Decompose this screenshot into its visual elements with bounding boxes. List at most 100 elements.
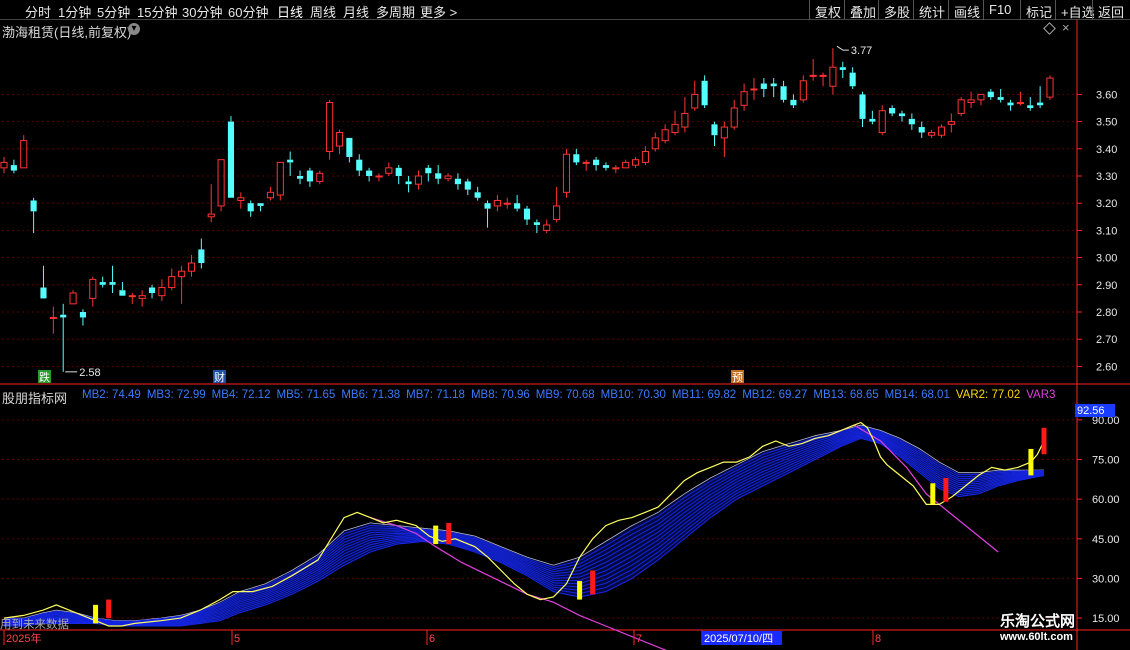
- candle-body-91: [898, 113, 906, 117]
- candle-body-19: [187, 262, 196, 272]
- candle-body-85: [839, 67, 846, 70]
- candle-body-73: [720, 126, 728, 139]
- price-tick-label-9: 3.50: [1096, 117, 1117, 129]
- candle-body-99: [977, 93, 985, 101]
- candle-body-78: [770, 83, 777, 87]
- candle-body-2: [20, 140, 28, 169]
- candle-body-80: [790, 99, 797, 106]
- ind-tick-label-0: 15.00: [1092, 613, 1120, 625]
- event-marker-label-0: 跌: [39, 370, 50, 384]
- candle-body-38: [375, 175, 383, 178]
- price-tick-label-7: 3.30: [1096, 171, 1117, 183]
- x-tick-label-1: 5: [234, 633, 240, 645]
- candle-body-66: [651, 137, 659, 150]
- candle-body-55: [543, 224, 551, 231]
- candle-body-101: [997, 97, 1004, 100]
- candle-body-22: [217, 159, 225, 207]
- candle-body-34: [335, 131, 344, 147]
- candle-body-84: [829, 66, 837, 87]
- candle-body-86: [849, 72, 856, 87]
- mb-line-7: [4, 432, 1045, 625]
- candle-body-39: [385, 167, 393, 174]
- candle-body-103: [1016, 102, 1024, 105]
- candle-body-37: [366, 170, 373, 176]
- candle-body-4: [40, 287, 47, 299]
- x-tick-label-3: 7: [636, 633, 642, 645]
- candle-body-17: [168, 276, 176, 289]
- candle-body-46: [454, 178, 461, 185]
- ind-tick-label-4: 75.00: [1092, 455, 1120, 467]
- signal-bar-2: [433, 525, 439, 545]
- candle-body-70: [691, 93, 699, 109]
- candle-body-81: [799, 80, 807, 101]
- event-marker-label-2: 预: [732, 371, 743, 384]
- candle-body-56: [553, 205, 561, 221]
- candle-body-42: [414, 175, 423, 185]
- candle-body-25: [247, 203, 254, 212]
- candle-body-5: [49, 316, 57, 319]
- candle-body-79: [780, 86, 787, 100]
- mb-line-6: [4, 431, 1045, 624]
- candle-body-16: [158, 287, 166, 297]
- ind-tick-label-3: 60.00: [1092, 494, 1120, 506]
- candle-body-44: [435, 173, 442, 179]
- signal-bar-1: [106, 599, 112, 619]
- candle-body-52: [514, 203, 521, 209]
- candle-body-94: [928, 131, 936, 136]
- candle-body-15: [148, 287, 156, 293]
- price-tick-label-5: 3.10: [1096, 225, 1117, 237]
- candle-body-23: [227, 121, 235, 198]
- candle-body-75: [740, 91, 748, 106]
- candle-body-3: [30, 200, 37, 212]
- candle-body-76: [750, 88, 758, 91]
- candle-body-47: [464, 181, 471, 190]
- mb-line-9: [4, 434, 1045, 626]
- candle-body-95: [937, 126, 946, 136]
- stock-chart: 2.60 2.70 2.80 2.90 3.00 3.10 3.20 3.30 3.40 3.50…: [0, 20, 1130, 650]
- candle-body-9: [89, 278, 97, 299]
- candle-body-57: [562, 153, 571, 193]
- signal-bar-5: [590, 570, 596, 595]
- mb-line-12: [4, 437, 1045, 627]
- signal-bar-0: [93, 604, 99, 624]
- x-tick-label-5: 8: [875, 633, 881, 645]
- candle-body-53: [523, 208, 531, 220]
- candle-body-33: [326, 102, 334, 153]
- current-value-label: 92.56: [1077, 405, 1105, 417]
- mb-line-8: [4, 433, 1045, 625]
- high-price-label: 3.77: [851, 45, 872, 57]
- candle-body-58: [573, 154, 580, 163]
- signal-bar-8: [1028, 448, 1034, 476]
- candle-body-8: [79, 312, 87, 318]
- candle-body-93: [918, 127, 925, 133]
- price-tick-label-2: 2.80: [1096, 307, 1117, 319]
- candle-body-26: [257, 203, 264, 206]
- candle-body-104: [1027, 105, 1034, 108]
- candle-body-97: [957, 99, 965, 114]
- price-tick-label-10: 3.60: [1096, 89, 1117, 101]
- candle-body-10: [99, 282, 106, 285]
- candle-body-83: [819, 74, 827, 77]
- signal-bar-7: [943, 478, 949, 502]
- candle-body-28: [276, 161, 284, 196]
- ind-tick-label-1: 30.00: [1092, 573, 1120, 585]
- candle-body-29: [287, 159, 294, 163]
- candle-body-77: [760, 83, 767, 89]
- candle-body-64: [631, 159, 640, 166]
- watermark-title: 乐淘公式网: [1000, 613, 1076, 630]
- price-tick-label-4: 3.00: [1096, 253, 1117, 265]
- candle-body-98: [967, 99, 975, 104]
- candle-body-90: [889, 108, 896, 114]
- candle-body-30: [296, 176, 304, 179]
- candle-body-21: [207, 213, 215, 218]
- candle-body-88: [869, 118, 876, 122]
- var2-line: [3, 421, 1045, 627]
- price-tick-label-8: 3.40: [1096, 144, 1117, 156]
- price-tick-label-1: 2.70: [1096, 334, 1117, 346]
- x-tick-label-4: 2025/07/10/四: [704, 633, 773, 645]
- candle-body-31: [306, 170, 313, 182]
- mb-line-10: [4, 435, 1045, 626]
- candle-body-82: [809, 74, 817, 77]
- candle-body-105: [1037, 102, 1044, 106]
- candle-body-68: [671, 123, 679, 133]
